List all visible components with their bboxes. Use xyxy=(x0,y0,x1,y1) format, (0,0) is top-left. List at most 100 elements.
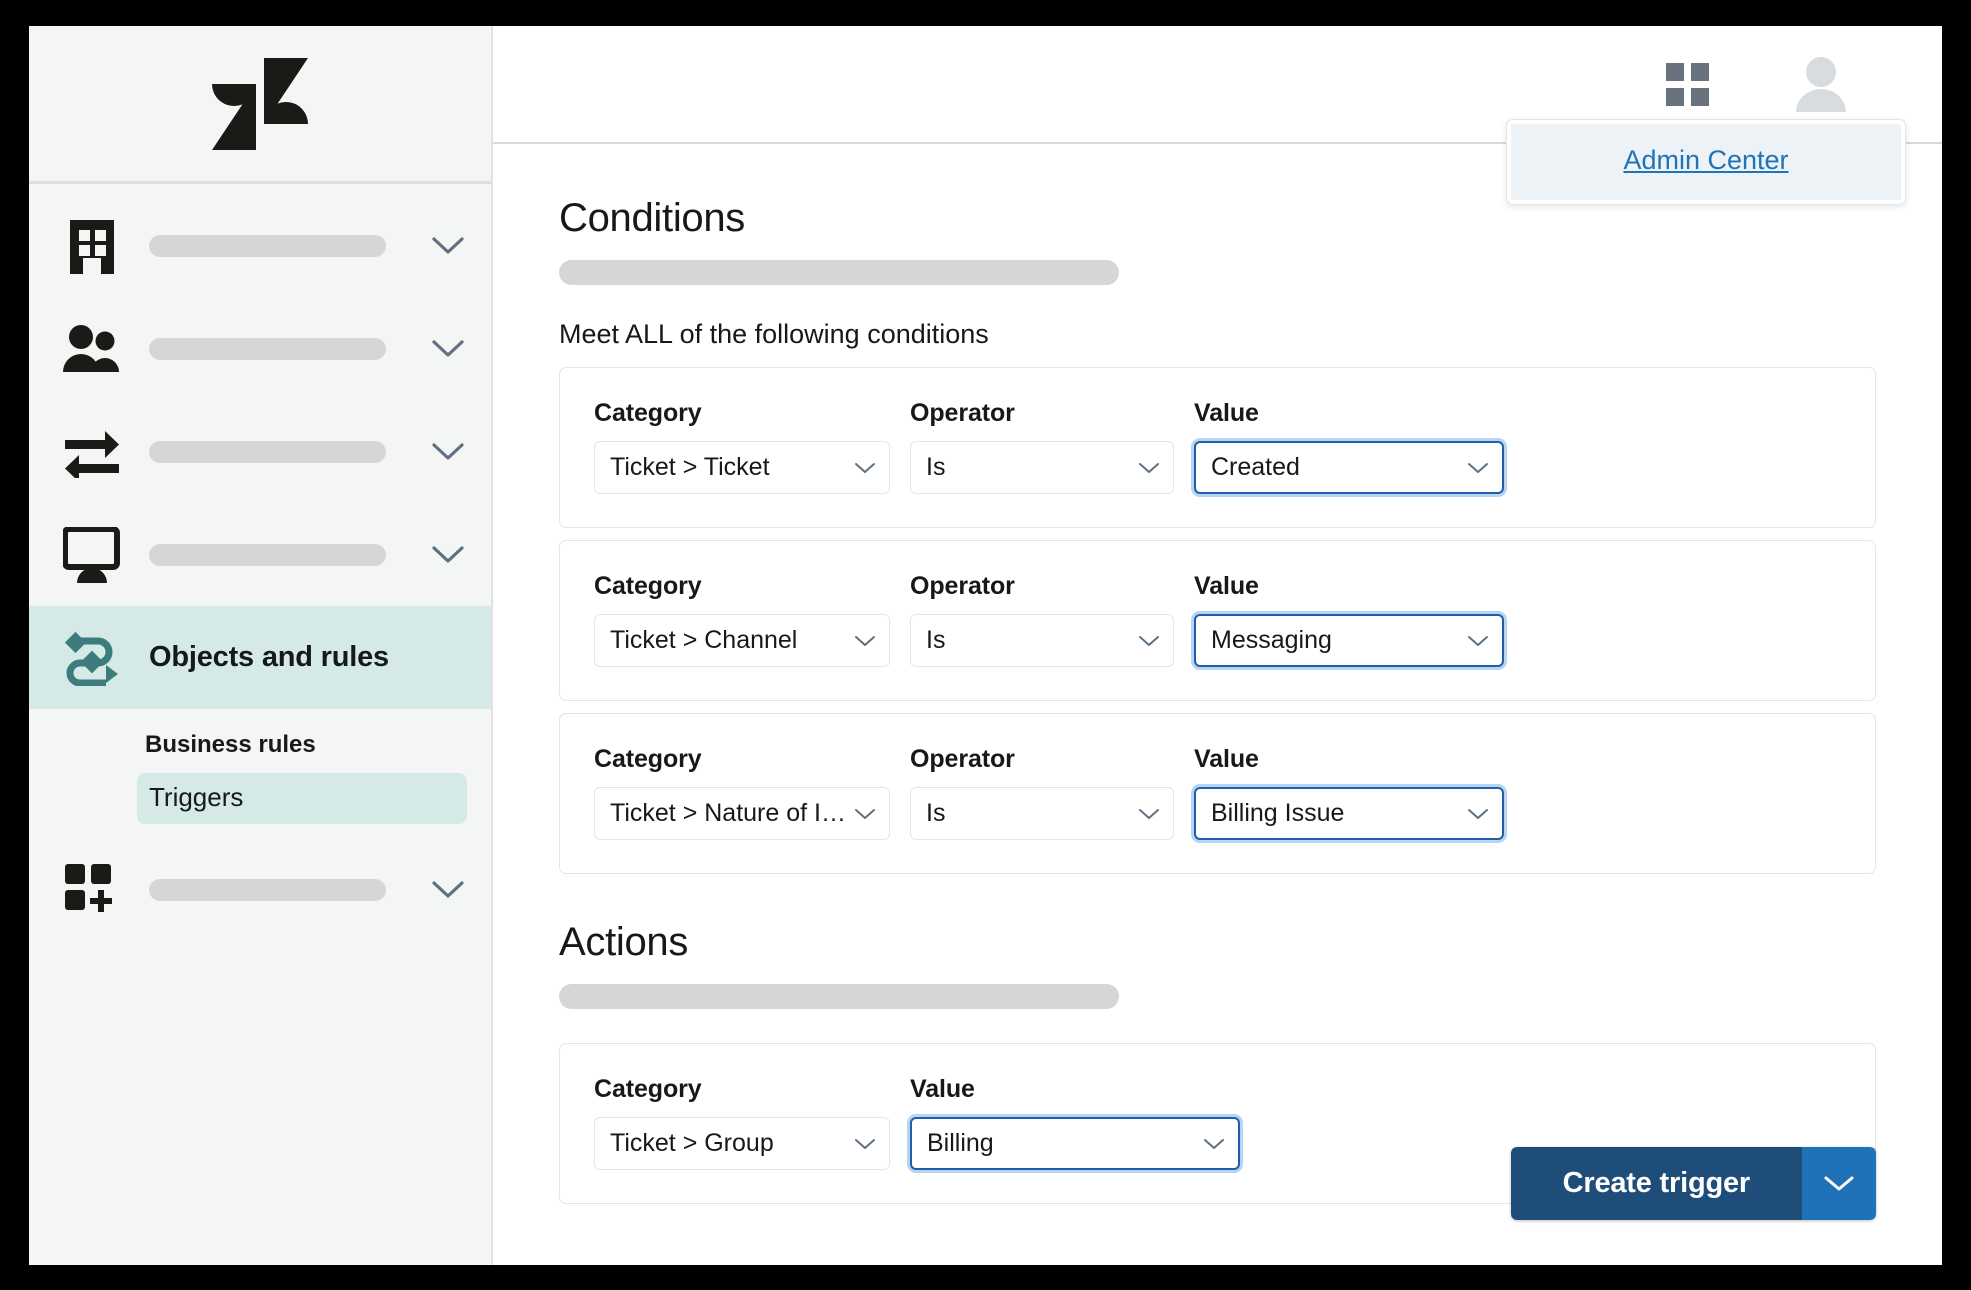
condition-category-select[interactable]: Ticket > Nature of Issue xyxy=(594,787,890,840)
condition-row: Category Ticket > Ticket Operator Is Val… xyxy=(559,367,1876,528)
sidebar-item-placeholder xyxy=(149,337,386,360)
field-label-value: Value xyxy=(910,1075,975,1103)
condition-row: Category Ticket > Channel Operator Is Va… xyxy=(559,540,1876,701)
main-content: Admin Center Conditions Meet ALL of the … xyxy=(493,26,1942,1265)
chevron-down-icon xyxy=(1138,634,1160,648)
condition-category-field: Category Ticket > Channel xyxy=(594,572,890,667)
condition-value-field: Value Messaging xyxy=(1194,572,1504,667)
sidebar-subsection: Business rules Triggers xyxy=(29,709,491,824)
condition-row: Category Ticket > Nature of Issue Operat… xyxy=(559,713,1876,874)
chevron-down-icon xyxy=(1467,634,1489,648)
chevron-down-icon[interactable] xyxy=(431,880,465,900)
field-label-value: Value xyxy=(1194,745,1259,773)
condition-operator-select[interactable]: Is xyxy=(910,614,1174,667)
field-label-category: Category xyxy=(594,745,702,773)
sidebar-item-placeholder xyxy=(149,440,386,463)
sidebar-item-apps[interactable] xyxy=(29,838,491,941)
create-trigger-dropdown-toggle[interactable] xyxy=(1802,1147,1876,1220)
logo-area xyxy=(29,26,491,184)
condition-value-field: Value Billing Issue xyxy=(1194,745,1504,840)
sidebar-item-label: Objects and rules xyxy=(149,641,389,673)
action-category-value: Ticket > Group xyxy=(610,1129,774,1157)
meet-all-label: Meet ALL of the following conditions xyxy=(559,319,989,349)
condition-value-field: Value Created xyxy=(1194,399,1504,494)
condition-category-value: Ticket > Ticket xyxy=(610,453,770,481)
chevron-down-icon xyxy=(854,807,876,821)
field-label-value: Value xyxy=(1194,572,1259,600)
condition-category-field: Category Ticket > Nature of Issue xyxy=(594,745,890,840)
sidebar-item-account[interactable] xyxy=(29,194,491,297)
field-label-operator: Operator xyxy=(910,572,1015,600)
condition-value-select[interactable]: Created xyxy=(1194,441,1504,494)
user-avatar-icon[interactable] xyxy=(1792,54,1850,114)
condition-operator-field: Operator Is xyxy=(910,572,1174,667)
objects-rules-icon xyxy=(61,630,123,686)
sidebar-subsection-heading: Business rules xyxy=(145,731,316,758)
condition-category-field: Category Ticket > Ticket xyxy=(594,399,890,494)
chevron-down-icon xyxy=(854,634,876,648)
chevron-down-icon xyxy=(854,1137,876,1151)
admin-center-link[interactable]: Admin Center xyxy=(1623,145,1788,175)
field-label-value: Value xyxy=(1194,399,1259,427)
sidebar-item-placeholder xyxy=(149,543,386,566)
sidebar-item-channels[interactable] xyxy=(29,400,491,503)
people-icon xyxy=(61,324,123,374)
sidebar-item-people[interactable] xyxy=(29,297,491,400)
sidebar-item-triggers[interactable]: Triggers xyxy=(137,773,467,824)
condition-category-select[interactable]: Ticket > Ticket xyxy=(594,441,890,494)
admin-center-dropdown-inner: Admin Center xyxy=(1511,124,1901,200)
field-label-category: Category xyxy=(594,399,702,427)
condition-operator-value: Is xyxy=(926,799,946,827)
field-label-category: Category xyxy=(594,572,702,600)
action-value-select[interactable]: Billing xyxy=(910,1117,1240,1170)
sidebar-item-objects-and-rules[interactable]: Objects and rules xyxy=(29,606,491,709)
sidebar-nav-list: Objects and rules Business rules Trigger… xyxy=(29,184,491,941)
apps-add-icon xyxy=(61,862,123,918)
chevron-down-icon[interactable] xyxy=(431,236,465,256)
condition-value-select[interactable]: Billing Issue xyxy=(1194,787,1504,840)
zendesk-logo xyxy=(212,57,308,150)
monitor-icon xyxy=(61,526,123,583)
create-trigger-button[interactable]: Create trigger xyxy=(1510,1147,1802,1220)
chevron-down-icon[interactable] xyxy=(431,545,465,565)
content-area: Conditions Meet ALL of the following con… xyxy=(493,144,1942,1265)
footer-actions: Create trigger xyxy=(1510,1147,1876,1220)
conditions-description-placeholder xyxy=(559,260,1119,285)
chevron-down-icon[interactable] xyxy=(431,442,465,462)
condition-operator-value: Is xyxy=(926,626,946,654)
chevron-down-icon xyxy=(1467,461,1489,475)
action-category-select[interactable]: Ticket > Group xyxy=(594,1117,890,1170)
transfer-arrows-icon xyxy=(61,426,123,478)
admin-center-dropdown: Admin Center xyxy=(1506,119,1906,205)
condition-value-select[interactable]: Messaging xyxy=(1194,614,1504,667)
condition-operator-field: Operator Is xyxy=(910,399,1174,494)
condition-operator-value: Is xyxy=(926,453,946,481)
sidebar-item-workspaces[interactable] xyxy=(29,503,491,606)
condition-category-value: Ticket > Nature of Issue xyxy=(610,799,846,827)
action-value-field: Value Billing xyxy=(910,1075,1240,1170)
condition-value-value: Billing Issue xyxy=(1211,799,1345,827)
field-label-operator: Operator xyxy=(910,745,1015,773)
chevron-down-icon xyxy=(1138,807,1160,821)
chevron-down-icon xyxy=(1138,461,1160,475)
chevron-down-icon xyxy=(1203,1137,1225,1151)
building-icon xyxy=(61,218,123,274)
actions-title: Actions xyxy=(559,920,689,964)
sidebar-item-placeholder xyxy=(149,234,386,257)
chevron-down-icon[interactable] xyxy=(431,339,465,359)
chevron-down-icon xyxy=(854,461,876,475)
sidebar-item-placeholder xyxy=(149,878,386,901)
condition-value-value: Messaging xyxy=(1211,626,1332,654)
condition-category-select[interactable]: Ticket > Channel xyxy=(594,614,890,667)
condition-operator-select[interactable]: Is xyxy=(910,441,1174,494)
condition-category-value: Ticket > Channel xyxy=(610,626,798,654)
field-label-category: Category xyxy=(594,1075,702,1103)
window-frame: Objects and rules Business rules Trigger… xyxy=(0,0,1971,1290)
field-label-operator: Operator xyxy=(910,399,1015,427)
condition-value-value: Created xyxy=(1211,453,1300,481)
action-value-value: Billing xyxy=(927,1129,994,1157)
actions-description-placeholder xyxy=(559,984,1119,1009)
products-grid-icon[interactable] xyxy=(1666,62,1710,106)
condition-operator-select[interactable]: Is xyxy=(910,787,1174,840)
action-category-field: Category Ticket > Group xyxy=(594,1075,890,1170)
